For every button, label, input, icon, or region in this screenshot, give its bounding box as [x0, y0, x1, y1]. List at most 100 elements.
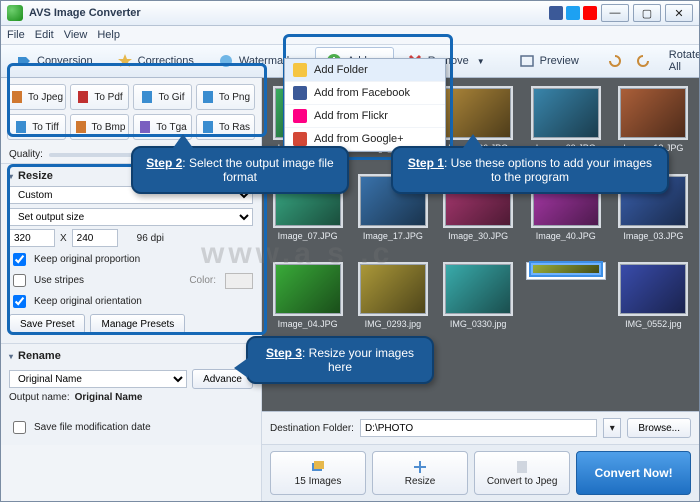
- file-icon: [76, 90, 90, 104]
- convert-now-button[interactable]: Convert Now!: [576, 451, 691, 495]
- app-window: AVS Image Converter — ▢ ✕ File Edit View…: [0, 0, 700, 502]
- convert-to-button[interactable]: Convert to Jpeg: [474, 451, 570, 495]
- file-icon: [201, 90, 215, 104]
- manage-presets-button[interactable]: Manage Presets: [90, 314, 185, 334]
- service-icon: [293, 86, 307, 100]
- stripe-color-swatch[interactable]: [225, 273, 253, 289]
- dpi-label: 96 dpi: [137, 233, 164, 244]
- file-icon: [74, 120, 88, 134]
- rotate-all-button[interactable]: Rotate All▼: [658, 47, 700, 75]
- use-stripes-checkbox[interactable]: Use stripes: [9, 271, 84, 290]
- image-count-button[interactable]: 15 Images: [270, 451, 366, 495]
- thumbnail-caption: IMG_0293.jpg: [365, 319, 422, 329]
- format-to-bmp[interactable]: To Bmp: [70, 114, 129, 140]
- file-icon: [10, 90, 24, 104]
- twitter-icon[interactable]: [566, 6, 580, 20]
- quality-label: Quality:: [9, 149, 43, 160]
- keep-proportion-checkbox[interactable]: Keep original proportion: [9, 250, 253, 269]
- window-title: AVS Image Converter: [29, 7, 546, 19]
- destination-label: Destination Folder:: [270, 423, 354, 434]
- rotate-right-icon: [635, 53, 651, 69]
- rotate-right-button[interactable]: [630, 47, 656, 75]
- callout-step3: Step 3: Resize your images here: [246, 336, 434, 384]
- rotate-left-button[interactable]: [602, 47, 628, 75]
- thumbnail-caption: IMG_0360.jpg: [537, 278, 594, 280]
- thumbnail-caption: Image_03.JPG: [623, 231, 683, 241]
- tab-conversion[interactable]: Conversion: [5, 47, 104, 75]
- height-input[interactable]: [72, 229, 118, 247]
- keep-orientation-checkbox[interactable]: Keep original orientation: [9, 292, 253, 311]
- bottom-bar: 15 Images Resize Convert to Jpeg Convert…: [262, 444, 699, 501]
- browse-button[interactable]: Browse...: [627, 418, 691, 438]
- maximize-button[interactable]: ▢: [633, 4, 661, 22]
- thumbnail-caption: Image_40.JPG: [536, 231, 596, 241]
- rename-header[interactable]: Rename: [9, 348, 253, 366]
- preview-button[interactable]: Preview: [508, 47, 590, 75]
- format-to-pdf[interactable]: To Pdf: [70, 84, 129, 110]
- thumbnail-caption: IMG_0552.jpg: [625, 319, 682, 329]
- save-preset-button[interactable]: Save Preset: [9, 314, 85, 334]
- preview-icon: [519, 53, 535, 69]
- color-label: Color:: [189, 275, 216, 286]
- file-icon: [201, 120, 215, 134]
- thumbnail[interactable]: IMG_0552.jpg: [616, 262, 691, 340]
- thumbnail-caption: IMG_0330.jpg: [450, 319, 507, 329]
- rename-source-select[interactable]: Original Name: [9, 370, 187, 388]
- youtube-icon[interactable]: [583, 6, 597, 20]
- thumbnail-image: [443, 262, 513, 316]
- thumbnail-image: [618, 86, 688, 140]
- format-to-tiff[interactable]: To Tiff: [7, 114, 66, 140]
- thumbnail-image: [358, 262, 428, 316]
- format-to-ras[interactable]: To Ras: [196, 114, 255, 140]
- close-button[interactable]: ✕: [665, 4, 693, 22]
- resize-summary-button[interactable]: Resize: [372, 451, 468, 495]
- menubar: File Edit View Help: [1, 26, 699, 45]
- file-icon: [14, 120, 28, 134]
- menu-view[interactable]: View: [64, 29, 88, 41]
- app-icon: [7, 5, 23, 21]
- thumbnail-image: [531, 86, 601, 140]
- tab-corrections[interactable]: Corrections: [106, 47, 205, 75]
- output-name-label: Output name:: [9, 392, 70, 403]
- menu-help[interactable]: Help: [97, 29, 120, 41]
- add-menu-item[interactable]: Add from Facebook: [285, 82, 445, 105]
- add-menu-item[interactable]: Add from Flickr: [285, 105, 445, 128]
- left-panel: To JpegTo PdfTo GifTo Png To TiffTo Bmp To…: [1, 78, 262, 501]
- images-icon: [310, 459, 326, 475]
- titlebar: AVS Image Converter — ▢ ✕: [1, 1, 699, 26]
- thumbnail-caption: Image_07.JPG: [278, 231, 338, 241]
- output-name-value: Original Name: [75, 392, 143, 403]
- minimize-button[interactable]: —: [601, 4, 629, 22]
- thumbnail[interactable]: IMG_0293.jpg: [355, 262, 430, 340]
- save-date-checkbox[interactable]: Save file modification date: [9, 418, 253, 437]
- chevron-down-icon[interactable]: ▾: [603, 418, 621, 438]
- rotate-left-icon: [607, 53, 623, 69]
- format-to-png[interactable]: To Png: [196, 84, 255, 110]
- menu-file[interactable]: File: [7, 29, 25, 41]
- thumbnail-image: [443, 86, 513, 140]
- watermark-icon: [218, 53, 234, 69]
- format-to-gif[interactable]: To Gif: [133, 84, 192, 110]
- thumbnail-image: [618, 262, 688, 316]
- callout-step2: Step 2: Select the output image file for…: [131, 146, 349, 194]
- thumbnail[interactable]: IMG_0330.jpg: [441, 262, 516, 340]
- add-dropdown-menu: Add FolderAdd from FacebookAdd from Flic…: [284, 58, 446, 152]
- format-to-jpeg[interactable]: To Jpeg: [7, 84, 66, 110]
- destination-input[interactable]: [360, 419, 597, 437]
- facebook-icon[interactable]: [549, 6, 563, 20]
- add-menu-item[interactable]: Add Folder: [285, 59, 445, 82]
- width-input[interactable]: [9, 229, 55, 247]
- menu-edit[interactable]: Edit: [35, 29, 54, 41]
- service-icon: [293, 63, 307, 77]
- resize-icon: [412, 459, 428, 475]
- thumbnail-caption: Image_30.JPG: [448, 231, 508, 241]
- thumbnail-caption: Image_04.JPG: [278, 319, 338, 329]
- thumbnail[interactable]: Image_04.JPG: [270, 262, 345, 340]
- convert-icon: [16, 53, 32, 69]
- thumbnail[interactable]: IMG_0360.jpg: [526, 262, 606, 280]
- service-icon: [293, 109, 307, 123]
- destination-bar: Destination Folder: ▾ Browse...: [262, 411, 699, 444]
- thumbnail-image: [531, 263, 601, 275]
- resize-mode-select[interactable]: Set output size: [9, 208, 253, 226]
- file-icon: [514, 459, 530, 475]
